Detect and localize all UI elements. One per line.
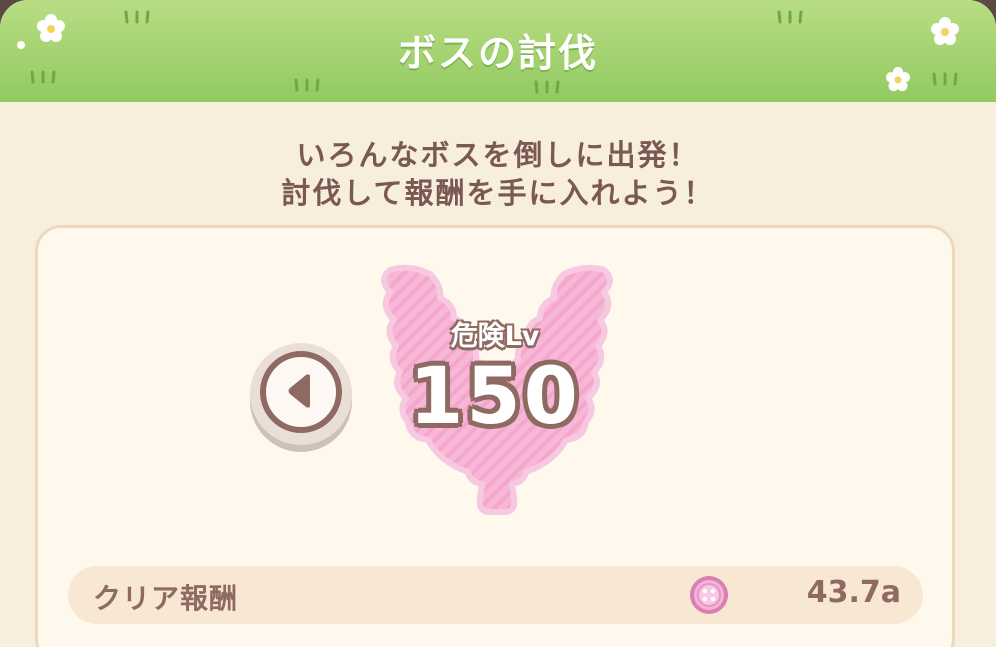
previous-boss-button[interactable] [250, 343, 352, 445]
button-coin-icon [690, 576, 728, 614]
arrow-left-icon [288, 374, 310, 408]
danger-level-label: 危険Lv [450, 321, 540, 352]
previous-button-face [260, 351, 342, 433]
grass-decoration-icon [294, 78, 320, 92]
danger-level-value: 150 [409, 352, 581, 442]
clear-reward-bar: クリア報酬 43.7a [68, 566, 923, 624]
dialog-header: ボスの討伐 [0, 0, 996, 102]
clear-reward-label: クリア報酬 [93, 582, 239, 615]
clear-reward-value: 43.7a [806, 575, 901, 610]
description-line-1: いろんなボスを倒しに出発！ [296, 138, 700, 172]
dialog-title: ボスの討伐 [397, 31, 598, 75]
grass-decoration-icon [534, 80, 560, 94]
description-line-2: 討伐して報酬を手に入れよう！ [281, 176, 715, 210]
boss-subjugation-dialog: ボスの討伐 いろんなボスを倒しに出発！ 討伐して報酬を手に入れよう！ 危険Lv … [0, 0, 996, 647]
